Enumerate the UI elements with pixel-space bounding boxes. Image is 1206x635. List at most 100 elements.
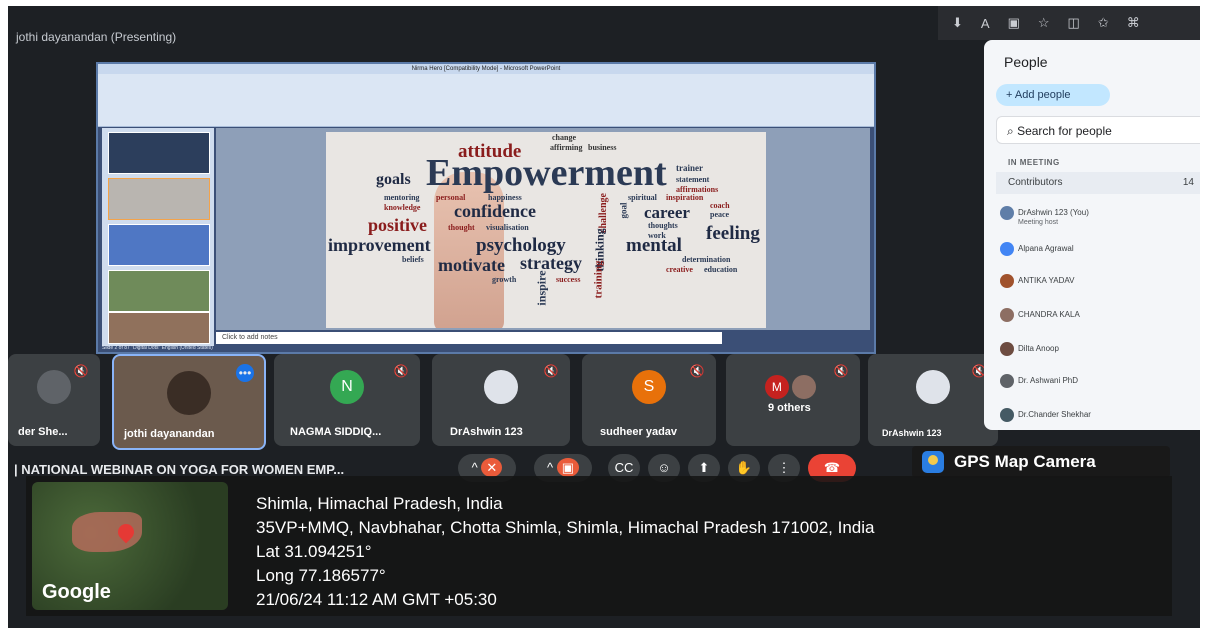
participant-tile-group[interactable]: M 🔇 9 others xyxy=(726,354,860,446)
word: goal xyxy=(618,202,629,219)
add-person-icon: + xyxy=(1006,89,1015,101)
meeting-title: | NATIONAL WEBINAR ON YOGA FOR WOMEN EMP… xyxy=(14,462,345,477)
people-search-input[interactable]: ⌕ Search for people xyxy=(996,116,1200,144)
add-people-button[interactable]: + Add people xyxy=(996,84,1110,106)
word: statement xyxy=(676,175,710,184)
word: feeling xyxy=(706,223,760,244)
participant-name: Dilta Anoop xyxy=(1018,344,1059,353)
avatar xyxy=(916,370,950,405)
participant-tile[interactable]: 🔇 der She... xyxy=(8,354,100,446)
word: positive xyxy=(368,215,428,235)
captions-icon: CC xyxy=(614,460,634,475)
copilot-icon[interactable]: ⌘ xyxy=(1127,15,1140,31)
avatar xyxy=(791,375,816,400)
word: career xyxy=(644,203,690,222)
tab-icon[interactable]: ▣ xyxy=(1008,15,1020,31)
word: Empowerment xyxy=(426,152,667,194)
avatar xyxy=(1000,308,1014,322)
word: challenge xyxy=(598,193,609,233)
gps-address: 35VP+MMQ, Navbhahar, Chotta Shimla, Shim… xyxy=(256,518,875,537)
participant-name: Dr. Ashwani PhD xyxy=(1018,376,1079,385)
word: spiritual xyxy=(628,193,657,202)
word: inspire xyxy=(534,270,549,306)
mic-off-icon: 🔇 xyxy=(543,364,559,378)
collections-icon[interactable]: ✩ xyxy=(1098,15,1109,31)
slide-thumbnail xyxy=(108,224,210,266)
browser-toolbar: ⬇ A ▣ ☆ ◫ ✩ ⌘ xyxy=(938,6,1200,40)
slide-thumbnail xyxy=(108,312,210,344)
participant-row[interactable]: Alpana Agrawal xyxy=(1000,242,1074,256)
slide-canvas: attitude change affirming business goals… xyxy=(216,128,870,330)
word: thought xyxy=(448,223,475,232)
participant-row[interactable]: ANTIKA YADAV xyxy=(1000,274,1075,288)
slide-thumbnail xyxy=(108,270,210,312)
phone-hangup-icon: ☎ xyxy=(823,460,841,475)
participant-row[interactable]: Dr. Ashwani PhD xyxy=(1000,374,1079,388)
word: creative xyxy=(666,265,693,274)
word: trainer xyxy=(676,163,703,173)
participant-name: 9 others xyxy=(768,402,811,414)
participant-name: der She... xyxy=(18,426,68,438)
ppt-ribbon xyxy=(98,74,874,127)
participant-tile[interactable]: 🔇 DrAshwin 123 xyxy=(432,354,570,446)
slide-thumbnail xyxy=(108,132,210,174)
avatar: N xyxy=(330,370,364,405)
word: success xyxy=(556,275,581,284)
favorite-icon[interactable]: ☆ xyxy=(1038,15,1050,31)
present-icon: ⬆ xyxy=(698,460,710,475)
word: mentoring xyxy=(384,193,420,202)
word: strategy xyxy=(520,253,582,273)
participant-name: sudheer yadav xyxy=(600,426,678,438)
search-icon: ⌕ xyxy=(1007,124,1018,138)
split-icon[interactable]: ◫ xyxy=(1068,15,1080,31)
presenter-label: jothi dayanandan (Presenting) xyxy=(16,30,177,44)
word: visualisation xyxy=(486,223,529,232)
add-people-label: Add people xyxy=(1014,89,1071,101)
avatar xyxy=(1000,374,1014,388)
camera-off-icon: ▣ xyxy=(556,458,580,477)
avatar xyxy=(484,370,518,405)
chevron-up-icon: ^ xyxy=(471,460,478,475)
extension-icon[interactable]: ⬇ xyxy=(952,15,963,31)
people-title: People xyxy=(1004,54,1048,70)
participant-name: NAGMA SIDDIQ... xyxy=(290,426,382,438)
word: thoughts xyxy=(648,221,678,230)
mic-off-icon: ✕ xyxy=(481,458,503,477)
notes-pane[interactable]: Click to add notes xyxy=(216,332,722,344)
participant-row[interactable]: Dr.Chander Shekhar xyxy=(1000,408,1091,422)
word: mental xyxy=(626,235,682,256)
avatar xyxy=(1000,274,1014,288)
participant-tile[interactable]: S 🔇 sudheer yadav xyxy=(582,354,716,446)
contributors-header[interactable]: Contributors 14 xyxy=(996,172,1200,194)
participant-row[interactable]: Dilta Anoop xyxy=(1000,342,1059,356)
in-meeting-label: IN MEETING xyxy=(1008,158,1060,167)
read-aloud-icon[interactable]: A xyxy=(981,16,990,31)
slide-thumbnail xyxy=(108,178,210,220)
mic-off-icon: 🔇 xyxy=(833,364,849,378)
word: inspiration xyxy=(666,193,704,202)
word: determination xyxy=(682,255,731,264)
avatar xyxy=(1000,342,1014,356)
mic-off-icon: 🔇 xyxy=(73,364,89,378)
participant-tile-active[interactable]: ••• jothi dayanandan xyxy=(112,354,266,450)
participant-tile[interactable]: 🔇 DrAshwin 123 xyxy=(868,354,998,446)
word: knowledge xyxy=(384,203,421,212)
avatar: M xyxy=(764,375,789,400)
participant-name: CHANDRA KALA xyxy=(1018,310,1080,319)
avatar: S xyxy=(632,370,666,405)
word: growth xyxy=(492,275,517,284)
participant-row[interactable]: CHANDRA KALA xyxy=(1000,308,1080,322)
gps-camera-icon xyxy=(922,451,944,473)
ppt-window-title: Nirma Hero [Compatibility Mode] - Micros… xyxy=(98,64,874,74)
gps-badge-label: GPS Map Camera xyxy=(954,452,1096,471)
more-icon: ⋮ xyxy=(777,460,791,475)
participant-name: Alpana Agrawal xyxy=(1018,244,1074,253)
participant-row[interactable]: DrAshwin 123 (You) Meeting host xyxy=(1000,206,1089,226)
word: training xyxy=(592,260,605,299)
chevron-up-icon: ^ xyxy=(546,460,554,475)
participant-name: jothi dayanandan xyxy=(124,428,215,440)
participant-tile[interactable]: N 🔇 NAGMA SIDDIQ... xyxy=(274,354,420,446)
mic-off-icon: 🔇 xyxy=(393,364,409,378)
word: peace xyxy=(710,210,730,219)
participant-name: ANTIKA YADAV xyxy=(1018,276,1075,285)
